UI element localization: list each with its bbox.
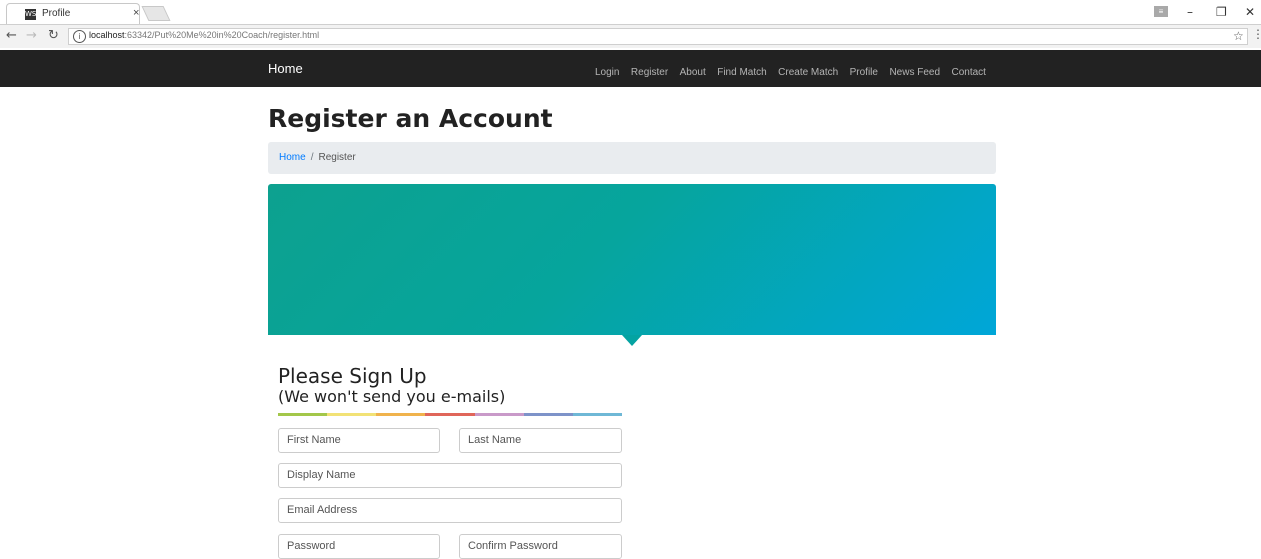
browser-tab[interactable]: WS Profile × xyxy=(6,3,140,24)
address-bar[interactable]: i localhost:63342/Put%20Me%20in%20Coach/… xyxy=(68,28,1248,45)
browser-toolbar: ← → ↻ i localhost:63342/Put%20Me%20in%20… xyxy=(0,24,1261,48)
color-segment xyxy=(376,413,426,416)
color-segment xyxy=(278,413,328,416)
info-icon[interactable]: i xyxy=(73,30,86,43)
nav-link-about[interactable]: About xyxy=(680,67,706,78)
breadcrumb-current: Register xyxy=(318,152,356,163)
new-tab-button[interactable] xyxy=(141,6,171,21)
color-divider xyxy=(278,413,622,416)
browser-tabstrip: WS Profile × ≡ – ❐ ✕ xyxy=(0,0,1261,24)
banner-pointer xyxy=(622,335,642,346)
maximize-button[interactable]: ❐ xyxy=(1216,5,1227,19)
color-segment xyxy=(425,413,475,416)
reload-icon[interactable]: ↻ xyxy=(48,28,59,43)
hero-banner xyxy=(268,184,996,335)
user-profile-icon[interactable]: ≡ xyxy=(1154,6,1168,17)
nav-link-contact[interactable]: Contact xyxy=(951,67,985,78)
nav-link-register[interactable]: Register xyxy=(631,67,668,78)
email-input[interactable]: Email Address xyxy=(278,498,622,523)
nav-link-login[interactable]: Login xyxy=(595,67,619,78)
back-arrow-icon[interactable]: ← xyxy=(6,28,17,43)
forward-arrow-icon[interactable]: → xyxy=(26,28,37,43)
url-text: localhost:63342/Put%20Me%20in%20Coach/re… xyxy=(89,30,320,40)
navbar-brand[interactable]: Home xyxy=(268,61,303,76)
navbar-links: Login Register About Find Match Create M… xyxy=(595,62,993,80)
nav-link-find-match[interactable]: Find Match xyxy=(717,67,766,78)
color-segment xyxy=(523,413,573,416)
site-navbar: Home Login Register About Find Match Cre… xyxy=(0,50,1261,87)
last-name-input[interactable]: Last Name xyxy=(459,428,622,453)
signup-subheading: (We won't send you e-mails) xyxy=(278,387,506,406)
color-segment xyxy=(327,413,377,416)
tab-close-icon[interactable]: × xyxy=(133,7,139,19)
minimize-button[interactable]: – xyxy=(1187,5,1193,19)
tab-title: Profile xyxy=(42,8,71,19)
nav-link-profile[interactable]: Profile xyxy=(850,67,878,78)
signup-heading: Please Sign Up xyxy=(278,364,427,388)
bookmark-star-icon[interactable]: ☆ xyxy=(1233,29,1244,43)
color-segment xyxy=(572,413,622,416)
breadcrumb-separator: / xyxy=(310,152,314,163)
breadcrumb: Home / Register xyxy=(268,142,996,174)
display-name-input[interactable]: Display Name xyxy=(278,463,622,488)
color-segment xyxy=(474,413,524,416)
password-input[interactable]: Password xyxy=(278,534,440,559)
browser-menu-icon[interactable]: ⋮ xyxy=(1252,27,1261,41)
nav-link-create-match[interactable]: Create Match xyxy=(778,67,838,78)
nav-link-news-feed[interactable]: News Feed xyxy=(889,67,940,78)
page-title: Register an Account xyxy=(268,104,553,133)
confirm-password-input[interactable]: Confirm Password xyxy=(459,534,622,559)
close-window-button[interactable]: ✕ xyxy=(1245,5,1255,19)
breadcrumb-home-link[interactable]: Home xyxy=(279,152,306,163)
favicon-icon: WS xyxy=(25,9,37,20)
first-name-input[interactable]: First Name xyxy=(278,428,440,453)
